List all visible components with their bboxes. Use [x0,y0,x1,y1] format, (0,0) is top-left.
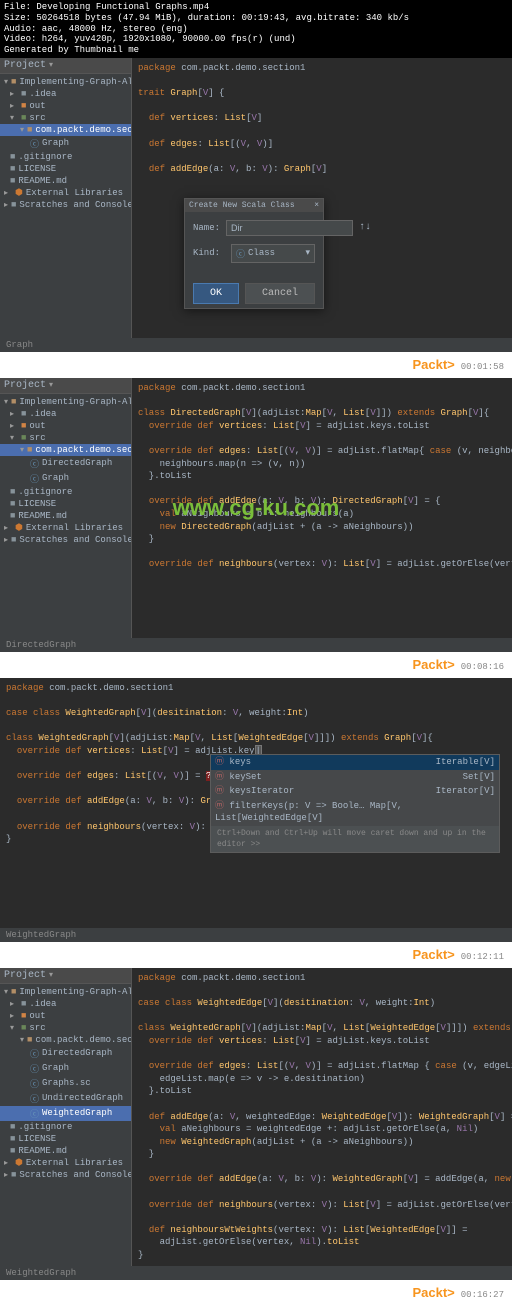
project-tool-header[interactable]: Project▾ [0,968,131,984]
package[interactable]: ▾■com.packt.demo.secti [0,444,131,456]
tip-bar: Ctrl+Down and Ctrl+Up will move caret do… [211,826,499,852]
class-icon: ⓒ [236,247,245,260]
ide-panel-4: Project▾ ▾■Implementing-Graph-Algor ▸■.i… [0,968,512,1266]
new-class-dialog: Create New Scala Class × Name: ↑↓ Kind: … [184,198,324,309]
tab-directed[interactable]: DirectedGraph [0,638,82,652]
folder-src[interactable]: ▾■src [0,112,131,124]
class-undirected[interactable]: ⓒUndirectedGraph [0,1091,131,1106]
package[interactable]: ▾■com.packt.demo.sectio [0,124,131,136]
file-license[interactable]: ■LICENSE [0,1133,131,1145]
class-directed[interactable]: ⓒDirectedGraph [0,456,131,471]
external-libs[interactable]: ▸⬢External Libraries [0,1157,131,1169]
ide-panel-3: package com.packt.demo.section1 case cla… [0,678,512,928]
folder-src[interactable]: ▾■src [0,432,131,444]
editor[interactable]: package com.packt.demo.section1 case cla… [132,968,512,1266]
dropdown-icon[interactable]: ▾ [49,380,57,390]
close-icon[interactable]: × [314,201,319,210]
folder-idea[interactable]: ▸■.idea [0,408,131,420]
scratches[interactable]: ▸■Scratches and Consoles [0,1169,131,1181]
folder-src[interactable]: ▾■src [0,1022,131,1034]
tab-weighted[interactable]: WeightedGraph [0,1266,82,1280]
autocomplete-item[interactable]: ⓜ keysIterable[V] [211,755,499,770]
project-label: Project [4,60,46,71]
sidebar: Project ▾ ▾■Implementing-Graph-Algor ▸■.… [0,58,132,338]
scratches[interactable]: ▸■Scratches and Consoles [0,199,131,211]
autocomplete-item[interactable]: ⓜ keySetSet[V] [211,770,499,785]
packt-logo: Packt> [412,357,454,372]
class-graph[interactable]: ⓒGraph [0,471,131,486]
sidebar: Project▾ ▾■Implementing-Graph-Algor ▸■.i… [0,968,132,1266]
folder-out[interactable]: ▸■out [0,420,131,432]
project-root[interactable]: ▾■Implementing-Graph-Algor [0,76,131,88]
project-root[interactable]: ▾■Implementing-Graph-Algor [0,986,131,998]
video-meta: File: Developing Functional Graphs.mp4 S… [0,0,512,58]
autocomplete-item[interactable]: ⓜ keysIteratorIterator[V] [211,784,499,799]
file-readme[interactable]: ■README.md [0,175,131,187]
editor[interactable]: package com.packt.demo.section1 class Di… [132,378,512,638]
project-tool-header[interactable]: Project▾ [0,378,131,394]
external-libs[interactable]: ▸⬢External Libraries [0,522,131,534]
file-gitignore[interactable]: ■.gitignore [0,1121,131,1133]
scratches[interactable]: ▸■Scratches and Consoles [0,534,131,546]
class-graph[interactable]: ⓒGraph [0,1061,131,1076]
editor[interactable]: package com.packt.demo.section1 case cla… [0,678,512,928]
cancel-button[interactable]: Cancel [245,283,315,304]
tab-weighted[interactable]: WeightedGraph [0,928,82,942]
file-license[interactable]: ■LICENSE [0,498,131,510]
folder-out[interactable]: ▸■out [0,1010,131,1022]
project-tool-header[interactable]: Project ▾ [0,58,131,74]
file-readme[interactable]: ■README.md [0,510,131,522]
folder-idea[interactable]: ▸■.idea [0,998,131,1010]
kind-select[interactable]: ⓒ Class ▾ [231,244,315,263]
kind-label: Kind: [193,248,225,258]
name-input[interactable] [226,220,353,236]
folder-out[interactable]: ▸■out [0,100,131,112]
ide-panel-2: Project▾ ▾■Implementing-Graph-Algor ▸■.i… [0,378,512,638]
package[interactable]: ▾■com.packt.demo.secti [0,1034,131,1046]
dropdown-icon[interactable]: ▾ [49,60,57,70]
folder-idea[interactable]: ▸■.idea [0,88,131,100]
dialog-title: Create New Scala Class [189,201,295,210]
class-graph[interactable]: ⓒGraph [0,136,131,151]
file-readme[interactable]: ■README.md [0,1145,131,1157]
dropdown-icon[interactable]: ▾ [49,970,57,980]
chevron-down-icon: ▾ [305,248,310,258]
footer-1: Packt> 00:01:58 [0,352,512,378]
footer-3: Packt> 00:12:11 [0,942,512,968]
file-license[interactable]: ■LICENSE [0,163,131,175]
autocomplete-popup[interactable]: ⓜ keysIterable[V] ⓜ keySetSet[V] ⓜ keysI… [210,754,500,853]
sort-icon[interactable]: ↑↓ [359,222,371,233]
ide-panel-1: Project ▾ ▾■Implementing-Graph-Algor ▸■.… [0,58,512,338]
footer-2: Packt> 00:08:16 [0,652,512,678]
footer-4: Packt> 00:16:27 [0,1280,512,1306]
autocomplete-item[interactable]: ⓜ filterKeys(p: V => Boole… Map[V, List[… [211,799,499,826]
class-graphs-sc[interactable]: ⓒGraphs.sc [0,1076,131,1091]
class-directed[interactable]: ⓒDirectedGraph [0,1046,131,1061]
external-libs[interactable]: ▸⬢External Libraries [0,187,131,199]
sidebar: Project▾ ▾■Implementing-Graph-Algor ▸■.i… [0,378,132,638]
file-gitignore[interactable]: ■.gitignore [0,486,131,498]
project-root[interactable]: ▾■Implementing-Graph-Algor [0,396,131,408]
class-weighted[interactable]: ⓒWeightedGraph [0,1106,131,1121]
ok-button[interactable]: OK [193,283,239,304]
file-gitignore[interactable]: ■.gitignore [0,151,131,163]
tab-graph[interactable]: Graph [0,338,39,352]
name-label: Name: [193,223,220,233]
